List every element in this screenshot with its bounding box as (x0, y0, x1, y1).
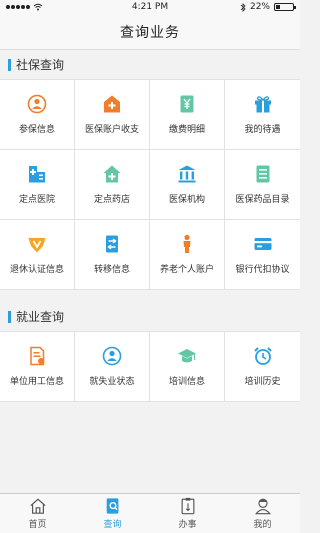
transfer-icon (106, 235, 118, 253)
social-insurance-grid: 参保信息 医保账户收支 缴费明细 我的待遇 定点医院 定点药店 医保机构 医保药… (0, 79, 300, 290)
gift-icon (254, 96, 271, 113)
bank-card-icon (254, 238, 271, 250)
search-document-icon (106, 498, 118, 514)
grid-item-label: 培训信息 (168, 377, 205, 387)
grid-item-designated-hospital[interactable]: 定点医院 (0, 150, 75, 220)
section-header-social-insurance: 社保查询 (0, 50, 300, 79)
home-icon (29, 498, 46, 514)
grid-item-pension-account[interactable]: 养老个人账户 (150, 220, 225, 290)
grid-item-label: 参保信息 (18, 125, 55, 135)
status-bar: 4:21 PM 22% (0, 0, 300, 14)
grid-item-label: 定点药店 (93, 195, 130, 205)
grid-item-label: 就失业状态 (89, 377, 135, 387)
grid-item-employer-info[interactable]: 单位用工信息 (0, 332, 75, 402)
grid-item-retirement-certification[interactable]: 退休认证信息 (0, 220, 75, 290)
grid-item-label: 缴费明细 (168, 125, 205, 135)
bottom-tab-bar: 首页 查询 办事 我的 (0, 493, 300, 533)
grid-item-transfer-info[interactable]: 转移信息 (75, 220, 150, 290)
tab-query[interactable]: 查询 (75, 494, 150, 533)
section-header-employment: 就业查询 (0, 302, 300, 331)
tab-label: 查询 (103, 520, 122, 530)
grid-item-medicine-catalog[interactable]: 医保药品目录 (225, 150, 300, 220)
tab-label: 办事 (178, 520, 197, 530)
section-title: 就业查询 (16, 310, 65, 324)
section-accent-bar (8, 310, 11, 323)
tab-mine[interactable]: 我的 (225, 494, 300, 533)
grid-item-medical-institution[interactable]: 医保机构 (150, 150, 225, 220)
institution-icon (178, 165, 196, 183)
graduation-cap-icon (178, 349, 196, 363)
tab-label: 我的 (253, 520, 272, 530)
grid-item-medical-account[interactable]: 医保账户收支 (75, 80, 150, 150)
grid-item-label: 医保账户收支 (84, 125, 139, 135)
certificate-v-icon (28, 238, 46, 253)
person-circle-icon (27, 94, 47, 114)
grid-item-bank-withholding[interactable]: 银行代扣协议 (225, 220, 300, 290)
tab-home[interactable]: 首页 (0, 494, 75, 533)
grid-item-label: 定点医院 (18, 195, 55, 205)
page-title: 查询业务 (120, 24, 180, 41)
grid-item-label: 银行代扣协议 (235, 265, 290, 275)
grid-item-my-benefits[interactable]: 我的待遇 (225, 80, 300, 150)
hospital-cash-icon (104, 95, 120, 113)
clipboard-icon (181, 497, 194, 515)
grid-item-insurance-info[interactable]: 参保信息 (0, 80, 75, 150)
grid-item-designated-pharmacy[interactable]: 定点药店 (75, 150, 150, 220)
pharmacy-house-icon (103, 165, 121, 183)
grid-item-label: 我的待遇 (244, 125, 281, 135)
hospital-building-icon (29, 166, 45, 183)
signal-area (6, 3, 43, 11)
medicine-list-icon (256, 165, 269, 183)
tab-label: 首页 (28, 520, 47, 530)
battery-icon (274, 3, 296, 11)
employment-status-icon (102, 346, 122, 366)
grid-item-label: 医保药品目录 (235, 195, 290, 205)
user-profile-icon (254, 498, 271, 515)
wifi-icon (33, 3, 43, 11)
alarm-clock-icon (253, 347, 272, 365)
yen-document-icon (180, 95, 194, 113)
employment-grid: 单位用工信息 就失业状态 培训信息 培训历史 (0, 331, 300, 402)
employment-document-icon (30, 346, 45, 366)
bluetooth-icon (240, 2, 246, 12)
grid-item-label: 培训历史 (244, 377, 281, 387)
grid-item-label: 转移信息 (93, 265, 130, 275)
tab-services[interactable]: 办事 (150, 494, 225, 533)
grid-item-training-history[interactable]: 培训历史 (225, 332, 300, 402)
section-title: 社保查询 (16, 58, 65, 72)
grid-item-label: 单位用工信息 (9, 377, 64, 387)
grid-item-label: 医保机构 (168, 195, 205, 205)
signal-strength-icon (6, 5, 30, 9)
grid-item-training-info[interactable]: 培训信息 (150, 332, 225, 402)
grid-item-label: 退休认证信息 (9, 265, 64, 275)
grid-item-payment-details[interactable]: 缴费明细 (150, 80, 225, 150)
grid-item-label: 养老个人账户 (159, 265, 214, 275)
battery-percent: 22% (249, 2, 270, 12)
elderly-person-icon (183, 234, 191, 253)
navigation-bar: 查询业务 (0, 14, 300, 50)
grid-item-employment-status[interactable]: 就失业状态 (75, 332, 150, 402)
section-accent-bar (8, 58, 11, 71)
